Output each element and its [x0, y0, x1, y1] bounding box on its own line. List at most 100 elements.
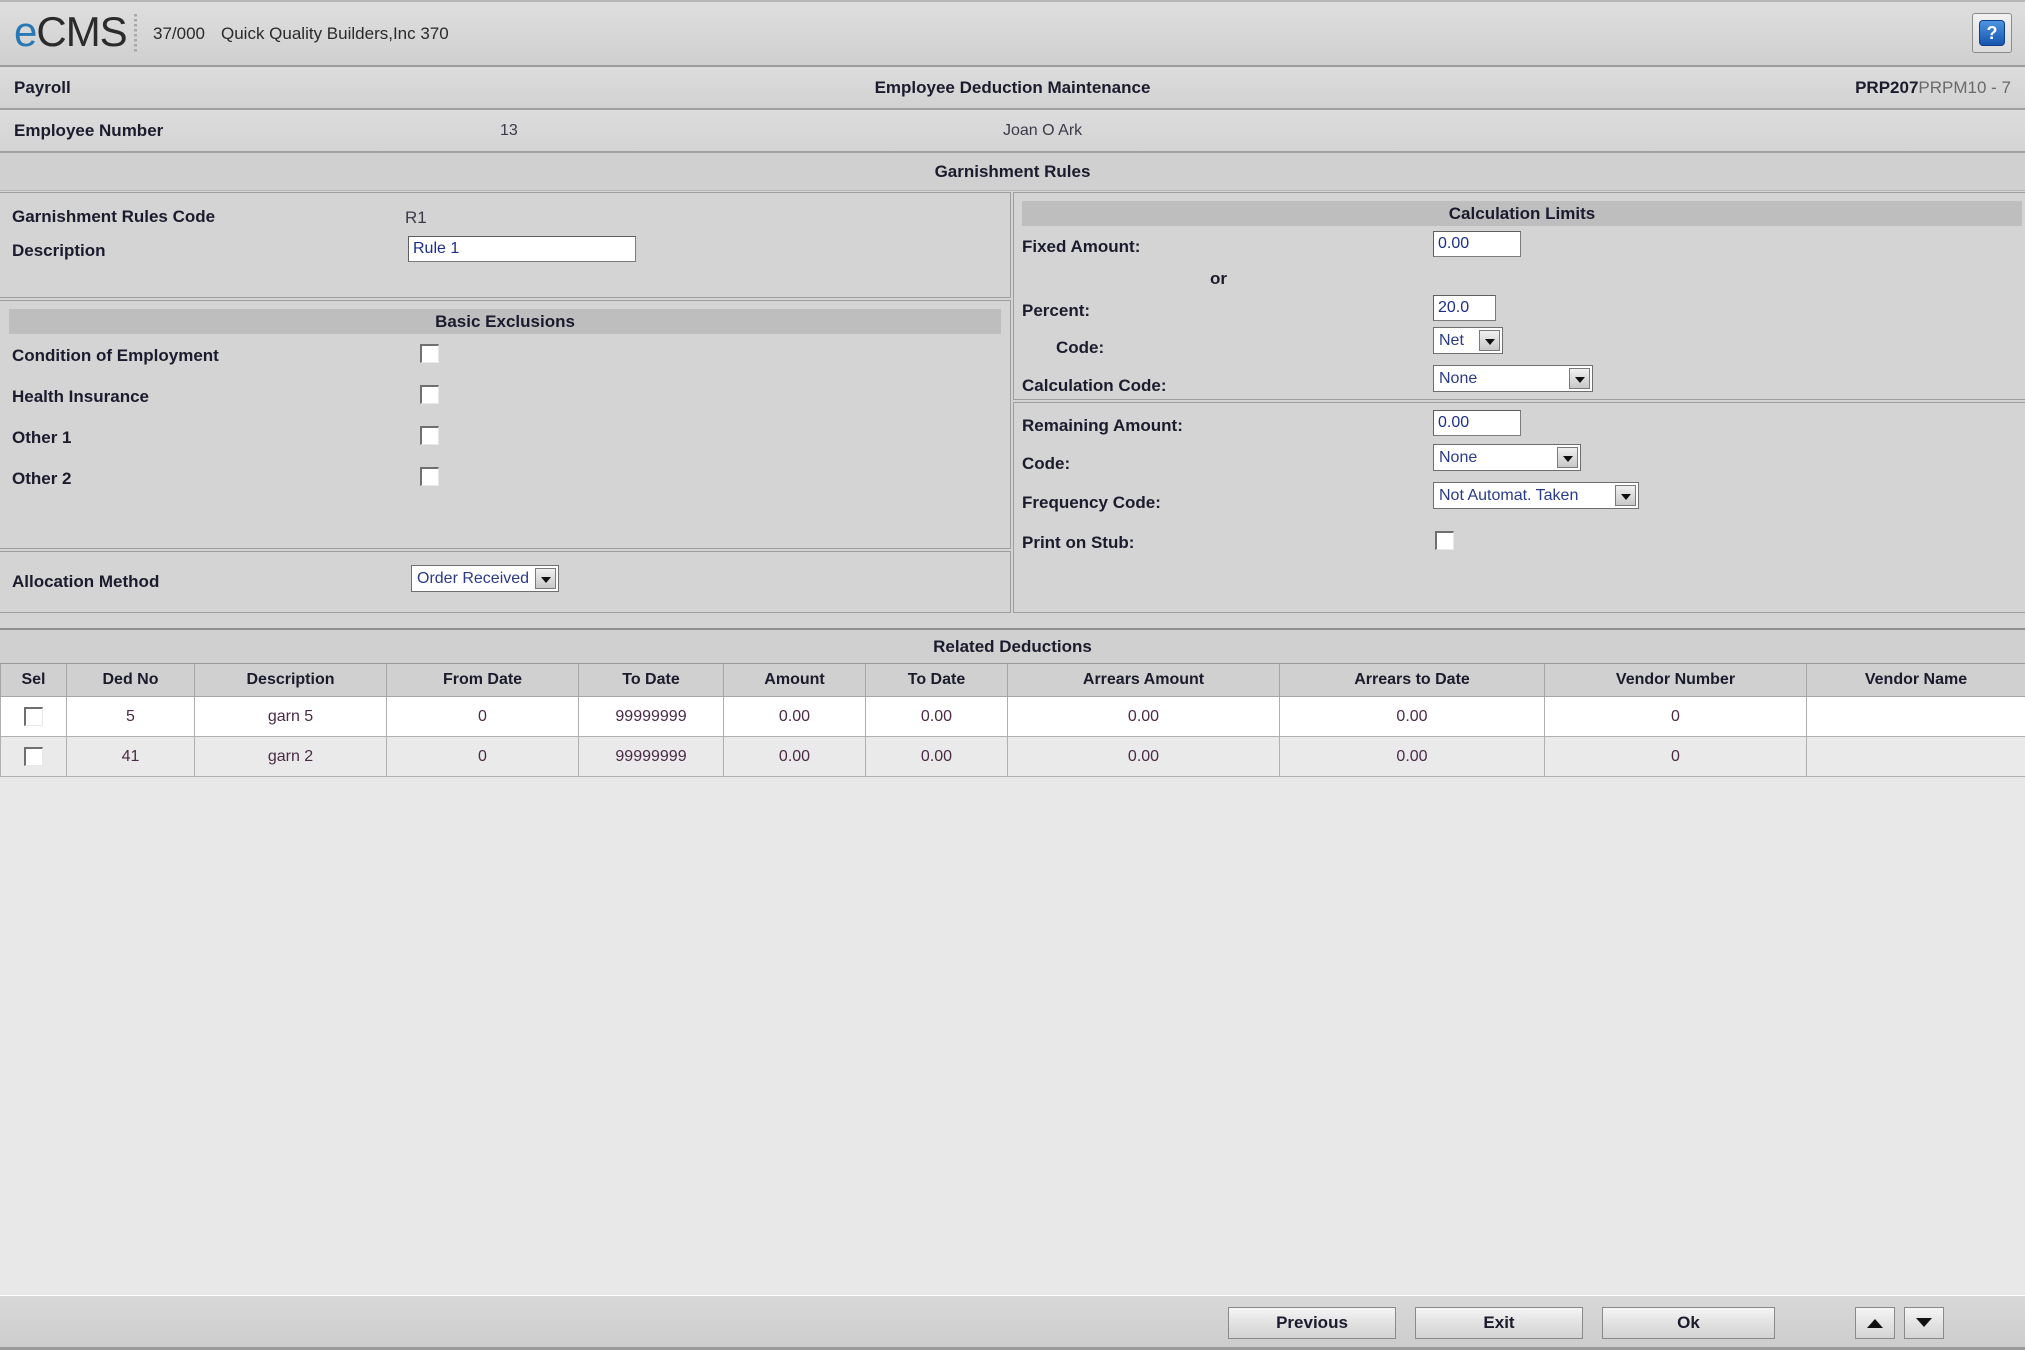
basic-exclusions-header: Basic Exclusions: [9, 309, 1001, 334]
remaining-amount-panel: Remaining Amount: Code: None Frequency C…: [1013, 402, 2025, 613]
cell-ded-no: 5: [66, 696, 195, 737]
garnishment-rule-identity-panel: Garnishment Rules Code R1 Description: [0, 192, 1011, 298]
ecms-logo: eCMS: [14, 8, 128, 56]
cell-vendor-number: 0: [1544, 736, 1807, 777]
help-button[interactable]: ?: [1972, 13, 2012, 53]
exclusion-label-health-insurance: Health Insurance: [12, 387, 149, 406]
basic-exclusions-panel: Basic Exclusions Condition of Employment…: [0, 300, 1011, 549]
triangle-down-icon: [1916, 1318, 1932, 1327]
percent-input[interactable]: [1433, 295, 1496, 321]
chevron-down-icon: [1479, 330, 1500, 351]
column-header-amount-to-date[interactable]: To Date: [865, 664, 1008, 697]
brand-bar: eCMS 37/000 Quick Quality Builders,Inc 37…: [0, 0, 2025, 67]
empty-body-area: [0, 743, 2025, 1295]
cell-arrears-amount: 0.00: [1007, 736, 1280, 777]
allocation-method-value: Order Received: [417, 570, 530, 587]
exclusion-checkbox-other-1[interactable]: [420, 426, 439, 445]
calculation-code-label: Calculation Code:: [1022, 376, 1167, 395]
percent-code-select[interactable]: Net: [1433, 327, 1503, 354]
row-select-cell[interactable]: [0, 696, 67, 737]
employee-number-value: 13: [500, 122, 518, 139]
row-select-checkbox[interactable]: [23, 746, 43, 766]
bottom-button-bar: Previous Exit Ok: [0, 1295, 2025, 1350]
cell-vendor-name: [1806, 696, 2025, 737]
table-row[interactable]: 5 garn 5 0 99999999 0.00 0.00 0.00 0.00 …: [0, 696, 2025, 737]
remaining-code-label: Code:: [1022, 454, 1071, 473]
previous-button[interactable]: Previous: [1228, 1307, 1396, 1339]
chevron-down-icon: [1569, 368, 1590, 389]
ok-button[interactable]: Ok: [1602, 1307, 1775, 1339]
table-header-row: Sel Ded No Description From Date To Date…: [0, 664, 2025, 697]
column-header-arrears-to-date[interactable]: Arrears to Date: [1279, 664, 1545, 697]
cell-vendor-number: 0: [1544, 696, 1807, 737]
column-header-vendor-number[interactable]: Vendor Number: [1544, 664, 1807, 697]
employee-header-bar: Employee Number 13 Joan O Ark: [0, 110, 2025, 153]
remaining-code-select[interactable]: None: [1433, 444, 1581, 471]
exclusion-label-condition-of-employment: Condition of Employment: [12, 346, 219, 365]
fixed-amount-label: Fixed Amount:: [1022, 237, 1141, 256]
exclusion-checkbox-condition-of-employment[interactable]: [420, 344, 439, 363]
scroll-down-button[interactable]: [1904, 1307, 1944, 1339]
program-identifier: PRP207PRPM10 - 7: [1855, 78, 2011, 98]
exclusion-checkbox-other-2[interactable]: [420, 467, 439, 486]
column-header-description[interactable]: Description: [194, 664, 387, 697]
column-header-amount[interactable]: Amount: [723, 664, 866, 697]
print-on-stub-label: Print on Stub:: [1022, 533, 1135, 552]
question-mark-icon: ?: [1979, 20, 2005, 46]
column-header-arrears-amount[interactable]: Arrears Amount: [1007, 664, 1280, 697]
percent-code-label: Code:: [1056, 338, 1105, 357]
exclusion-checkbox-health-insurance[interactable]: [420, 385, 439, 404]
calculation-code-select[interactable]: None: [1433, 365, 1593, 392]
cell-to-date: 99999999: [578, 736, 724, 777]
logo-letter-e: e: [14, 8, 37, 55]
cell-arrears-to-date: 0.00: [1279, 696, 1545, 737]
exclusion-label-other-1: Other 1: [12, 428, 72, 447]
frequency-code-select[interactable]: Not Automat. Taken: [1433, 482, 1639, 509]
employee-number-label: Employee Number: [14, 121, 164, 140]
column-header-sel[interactable]: Sel: [0, 664, 67, 697]
cell-from-date: 0: [386, 696, 579, 737]
related-deductions-title: Related Deductions: [933, 637, 1092, 656]
allocation-method-select[interactable]: Order Received: [411, 565, 559, 592]
scroll-up-button[interactable]: [1855, 1307, 1895, 1339]
cell-description: garn 5: [194, 696, 387, 737]
frequency-code-label: Frequency Code:: [1022, 493, 1161, 512]
row-select-cell[interactable]: [0, 736, 67, 777]
garnishment-rules-code-label: Garnishment Rules Code: [12, 207, 216, 226]
print-on-stub-checkbox[interactable]: [1435, 531, 1454, 550]
column-header-from-date[interactable]: From Date: [386, 664, 579, 697]
remaining-amount-label: Remaining Amount:: [1022, 416, 1183, 435]
chevron-down-icon: [1615, 485, 1636, 506]
related-deductions-grid: Sel Ded No Description From Date To Date…: [0, 664, 2025, 777]
calculation-code-value: None: [1439, 370, 1478, 387]
remaining-code-value: None: [1439, 449, 1478, 466]
cell-arrears-amount: 0.00: [1007, 696, 1280, 737]
program-id-primary: PRP207: [1855, 78, 1919, 97]
garnishment-rules-title: Garnishment Rules: [934, 162, 1091, 181]
remaining-amount-input[interactable]: [1433, 410, 1521, 436]
column-header-ded-no[interactable]: Ded No: [66, 664, 195, 697]
chevron-down-icon: [535, 568, 556, 589]
related-deductions-band: Related Deductions: [0, 628, 2025, 664]
calculation-limits-header: Calculation Limits: [1022, 201, 2022, 226]
table-row[interactable]: 41 garn 2 0 99999999 0.00 0.00 0.00 0.00…: [0, 736, 2025, 777]
exit-button[interactable]: Exit: [1415, 1307, 1583, 1339]
cell-ded-no: 41: [66, 736, 195, 777]
cell-to-date: 99999999: [578, 696, 724, 737]
cell-amount-to-date: 0.00: [865, 696, 1008, 737]
chevron-down-icon: [1557, 447, 1578, 468]
fixed-amount-input[interactable]: [1433, 231, 1521, 257]
related-deductions-table: Sel Ded No Description From Date To Date…: [0, 664, 2025, 777]
column-header-vendor-name[interactable]: Vendor Name: [1806, 664, 2025, 697]
screen-title-bar: Payroll Employee Deduction Maintenance P…: [0, 67, 2025, 110]
company-info: 37/000 Quick Quality Builders,Inc 370: [153, 24, 449, 44]
garnishment-rules-code-value: R1: [405, 208, 427, 227]
percent-label: Percent:: [1022, 301, 1091, 320]
row-select-checkbox[interactable]: [23, 706, 43, 726]
cell-amount-to-date: 0.00: [865, 736, 1008, 777]
column-header-to-date[interactable]: To Date: [578, 664, 724, 697]
logo-text-cms: CMS: [36, 8, 127, 55]
cell-arrears-to-date: 0.00: [1279, 736, 1545, 777]
description-input[interactable]: [408, 236, 636, 262]
garnishment-rules-band: Garnishment Rules: [0, 153, 2025, 191]
